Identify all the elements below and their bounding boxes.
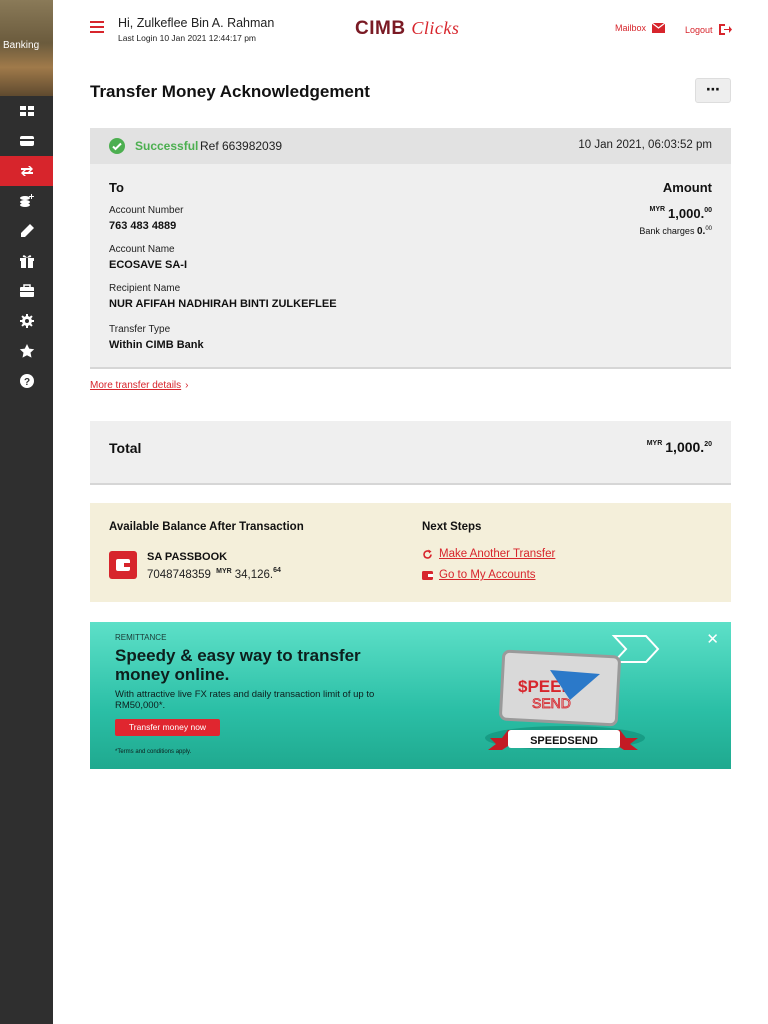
wallet-icon — [109, 551, 137, 579]
svg-text:?: ? — [23, 377, 29, 388]
sidebar-item-rewards[interactable] — [0, 246, 53, 276]
sidebar-item-pay[interactable] — [0, 186, 53, 216]
promo-terms: *Terms and conditions apply. — [115, 749, 192, 755]
account-name-label: Account Name — [109, 244, 175, 255]
to-heading: To — [109, 180, 124, 195]
go-to-my-accounts-link[interactable]: Go to My Accounts — [422, 569, 536, 581]
brand-main: CIMB — [355, 18, 406, 39]
sidebar-banner[interactable]: Banking — [0, 0, 53, 96]
logout-label: Logout — [685, 24, 713, 35]
charges-cents: 00 — [705, 226, 712, 232]
last-login-text: Last Login 10 Jan 2021 12:44:17 pm — [118, 33, 256, 43]
go-to-my-accounts-label: Go to My Accounts — [439, 569, 536, 581]
sidebar-item-dashboard[interactable] — [0, 96, 53, 126]
recipient-name-value: NUR AFIFAH NADHIRAH BINTI ZULKEFLEE — [109, 298, 337, 310]
account-number: 7048748359 — [147, 569, 211, 581]
account-name-value: ECOSAVE SA-I — [109, 259, 188, 271]
sidebar-item-favourites[interactable] — [0, 336, 53, 366]
page-title: Transfer Money Acknowledgement — [90, 82, 370, 101]
wallet-small-icon — [422, 570, 433, 580]
help-icon: ? — [19, 374, 34, 388]
sidebar: Banking ? — [0, 0, 53, 1024]
transfer-type-label: Transfer Type — [109, 324, 171, 335]
gift-icon — [19, 255, 34, 268]
make-another-transfer-link[interactable]: Make Another Transfer — [422, 548, 555, 560]
brand-logo[interactable]: CIMB Clicks — [355, 18, 459, 40]
transaction-timestamp: 10 Jan 2021, 06:03:52 pm — [578, 139, 712, 151]
account-name: SA PASSBOOK — [147, 551, 228, 563]
page-root: Banking ? Hi, Zulkeflee Bin A. Rahman La… — [0, 0, 768, 1024]
recipient-name-label: Recipient Name — [109, 283, 181, 294]
logout-link[interactable]: Logout — [685, 23, 732, 36]
logo-ribbon: SPEEDSEND — [530, 735, 598, 747]
sidebar-item-investments[interactable] — [0, 276, 53, 306]
briefcase-icon — [19, 284, 34, 297]
star-icon — [19, 344, 34, 358]
sidebar-item-settings[interactable] — [0, 306, 53, 336]
close-icon[interactable]: ✕ — [706, 630, 719, 648]
total-currency: MYR — [646, 440, 663, 447]
total-label: Total — [109, 440, 142, 456]
transfer-icon — [20, 166, 33, 176]
more-transfer-details-link[interactable]: More transfer details › — [90, 380, 189, 391]
transfer-type-value: Within CIMB Bank — [109, 339, 204, 351]
amount-heading: Amount — [662, 180, 712, 195]
total-value: MYR 1,000.20 — [647, 439, 712, 455]
refresh-icon — [423, 549, 432, 559]
envelope-icon — [652, 23, 666, 33]
balance-currency: MYR — [216, 568, 232, 575]
promo-tag: REMITTANCE — [115, 633, 167, 642]
top-header: Hi, Zulkeflee Bin A. Rahman Last Login 1… — [53, 0, 768, 60]
pay-bills-icon — [19, 194, 34, 207]
speedsend-promo-banner[interactable]: REMITTANCE Speedy & easy way to transfer… — [90, 622, 731, 769]
promo-headline: Speedy & easy way to transfer money onli… — [115, 646, 361, 684]
mailbox-label: Mailbox — [615, 23, 647, 33]
total-main: 1,000. — [665, 439, 705, 455]
pen-icon — [20, 224, 34, 237]
mailbox-link[interactable]: Mailbox — [615, 23, 666, 33]
bank-charges: Bank charges 0.00 — [639, 226, 712, 237]
sidebar-item-transfer[interactable] — [0, 156, 53, 186]
more-options-button[interactable]: ⋯ — [695, 78, 731, 103]
check-circle-icon — [109, 138, 125, 154]
card-icon — [19, 136, 34, 146]
balance-main: 34,126. — [234, 569, 274, 581]
logout-icon — [718, 24, 732, 35]
make-another-transfer-label: Make Another Transfer — [439, 548, 556, 560]
account-number-label: Account Number — [109, 205, 184, 216]
status-text: Successful — [135, 139, 199, 153]
amount-currency: MYR — [649, 206, 666, 213]
brand-script: Clicks — [411, 18, 460, 38]
amount-value: MYR 1,000.00 — [649, 206, 712, 221]
sidebar-item-cards[interactable] — [0, 126, 53, 156]
next-steps-title: Next Steps — [422, 521, 482, 533]
more-transfer-details-label: More transfer details — [90, 380, 182, 391]
charges-label: Bank charges — [639, 226, 695, 236]
total-cents: 20 — [704, 441, 712, 448]
balance-card: Available Balance After Transaction SA P… — [90, 503, 731, 602]
total-card: Total MYR 1,000.20 — [90, 421, 731, 485]
account-balance: 7048748359 MYR 34,126.64 — [147, 567, 281, 581]
status-bar: Successful Ref 663982039 10 Jan 2021, 06… — [90, 128, 731, 164]
balance-title: Available Balance After Transaction — [109, 521, 304, 533]
dashboard-icon — [19, 106, 34, 116]
sidebar-item-help[interactable]: ? — [0, 366, 53, 396]
transfer-result-card: Successful Ref 663982039 10 Jan 2021, 06… — [90, 128, 731, 369]
amount-main: 1,000. — [668, 206, 705, 221]
menu-icon[interactable] — [90, 21, 104, 33]
logo-line2: SEND — [532, 695, 571, 711]
account-number-value: 763 483 4889 — [109, 220, 177, 232]
sidebar-banner-label: Banking — [3, 40, 40, 51]
speedsend-logo-art: $PEED SEND SPEEDSEND — [485, 635, 660, 750]
balance-cents: 64 — [273, 567, 281, 574]
greeting-text: Hi, Zulkeflee Bin A. Rahman — [118, 16, 275, 30]
chevron-right-icon: › — [185, 380, 189, 391]
reference-number: Ref 663982039 — [200, 139, 283, 153]
sidebar-item-edit[interactable] — [0, 216, 53, 246]
amount-cents: 00 — [704, 207, 712, 214]
promo-subtext: With attractive live FX rates and daily … — [115, 689, 375, 711]
transfer-money-now-button[interactable]: Transfer money now — [115, 719, 220, 736]
gear-icon — [19, 314, 34, 328]
